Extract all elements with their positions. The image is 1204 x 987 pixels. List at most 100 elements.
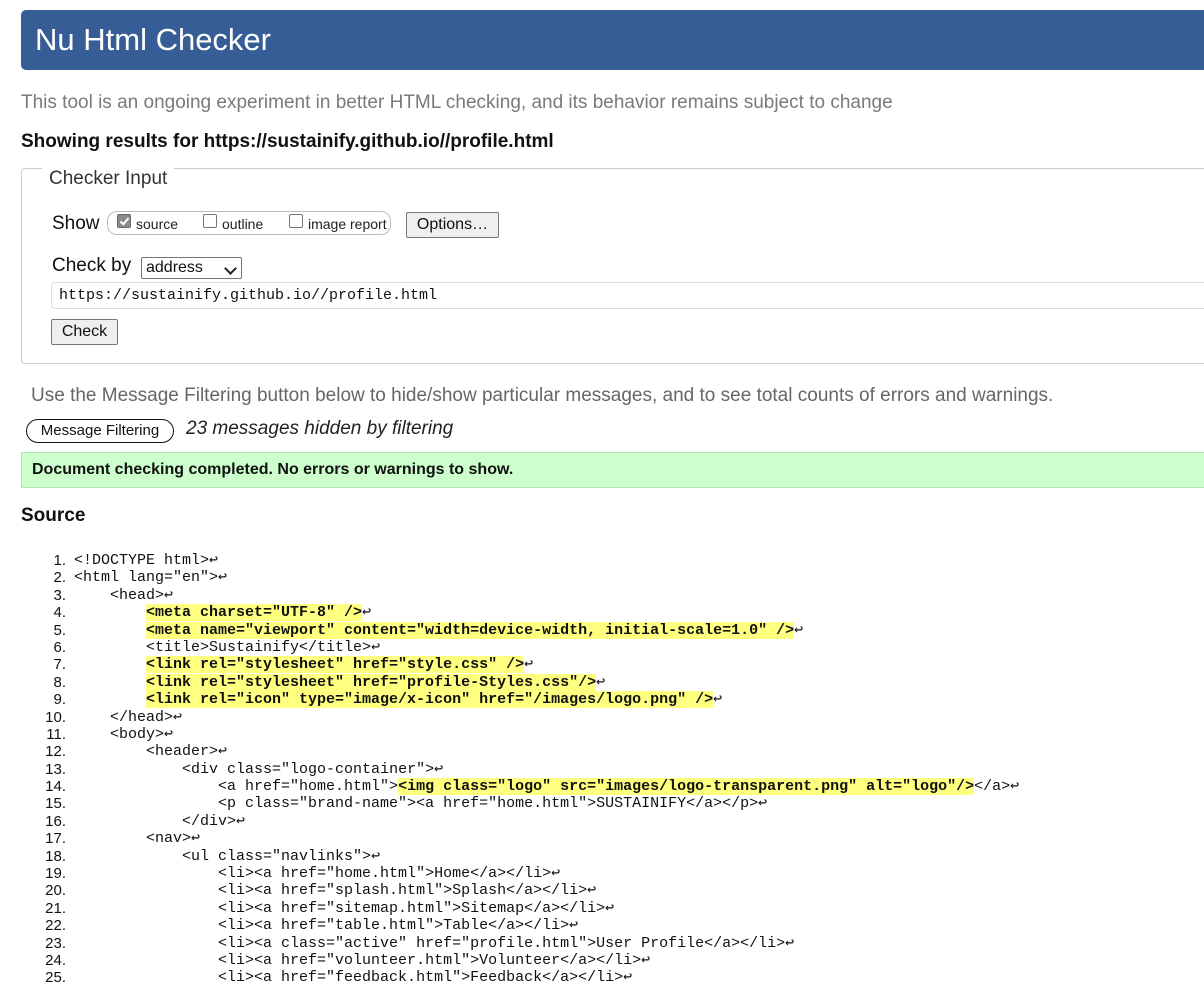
source-code: <li><a class="active" href="profile.html… (74, 935, 794, 952)
line-number: 4. (53, 604, 66, 622)
source-line: 25. <li><a href="feedback.html">Feedback… (0, 969, 1204, 986)
code-text: <div class="logo-container"> (182, 760, 435, 778)
url-input[interactable]: https://sustainify.github.io//profile.ht… (51, 282, 1204, 309)
source-line: 15. <p class="brand-name"><a href="home.… (0, 795, 1204, 812)
tagline: This tool is an ongoing experiment in be… (21, 92, 893, 113)
return-icon: ↩ (641, 951, 651, 969)
return-icon: ↩ (596, 673, 606, 691)
code-text: </div> (182, 812, 237, 830)
line-number: 14. (45, 778, 66, 796)
source-code: <li><a href="feedback.html">Feedback</a>… (74, 969, 632, 986)
code-text: <li><a href="sitemap.html">Sitemap</a></… (218, 899, 606, 917)
return-icon: ↩ (569, 917, 579, 935)
code-text: <li><a href="table.html">Table</a></li> (218, 917, 570, 935)
source-line: 11. <body>↩ (0, 726, 1204, 743)
highlighted-code: <meta charset="UTF-8" /> (146, 604, 363, 622)
highlighted-code: <img class="logo" src="images/logo-trans… (398, 778, 975, 796)
return-icon: ↩ (605, 899, 615, 917)
return-icon: ↩ (371, 847, 381, 865)
source-code: <li><a href="volunteer.html">Volunteer</… (74, 952, 650, 969)
source-line: 21. <li><a href="sitemap.html">Sitemap</… (0, 900, 1204, 917)
source-code: <title>Sustainify</title>↩ (74, 639, 380, 656)
source-line: 5. <meta name="viewport" content="width=… (0, 621, 1204, 639)
line-number: 18. (45, 847, 66, 865)
source-line: 3. <head>↩ (0, 587, 1204, 604)
line-number: 8. (53, 673, 66, 691)
code-text: <li><a href="volunteer.html">Volunteer</… (218, 951, 642, 969)
source-code: <!DOCTYPE html>↩ (74, 552, 218, 569)
source-line: 22. <li><a href="table.html">Table</a></… (0, 917, 1204, 934)
code-text: <head> (110, 586, 165, 604)
highlighted-code: <link rel="stylesheet" href="profile-Sty… (146, 673, 597, 691)
source-line: 2. <html lang="en">↩ (0, 569, 1204, 586)
source-code: <meta name="viewport" content="width=dev… (74, 621, 803, 639)
app-title: Nu Html Checker (35, 22, 271, 57)
line-number: 25. (45, 969, 66, 987)
line-number: 9. (53, 691, 66, 709)
check-by-select[interactable]: address (141, 257, 242, 279)
return-icon: ↩ (623, 969, 633, 987)
source-code: <link rel="stylesheet" href="style.css" … (74, 656, 534, 674)
highlighted-code: <meta name="viewport" content="width=dev… (146, 621, 795, 639)
return-icon: ↩ (758, 795, 768, 813)
checker-input-legend: Checker Input (42, 168, 175, 190)
source-code: <meta charset="UTF-8" />↩ (74, 604, 371, 622)
line-number: 24. (45, 951, 66, 969)
source-line: 8. <link rel="stylesheet" href="profile-… (0, 673, 1204, 691)
hidden-messages-count: 23 messages hidden by filtering (186, 418, 454, 439)
code-text: </a> (974, 778, 1011, 796)
outline-checkbox[interactable] (203, 214, 217, 228)
source-checkbox-label[interactable]: source (136, 216, 178, 232)
source-code: </head>↩ (74, 709, 182, 726)
return-icon: ↩ (713, 691, 723, 709)
source-line: 13. <div class="logo-container">↩ (0, 761, 1204, 778)
image-report-checkbox-label[interactable]: image report (308, 216, 387, 232)
outline-checkbox-label[interactable]: outline (222, 216, 263, 232)
source-code: <html lang="en">↩ (74, 569, 227, 586)
source-line: 24. <li><a href="volunteer.html">Volunte… (0, 952, 1204, 969)
message-filtering-hint: Use the Message Filtering button below t… (31, 385, 1054, 406)
source-code: <head>↩ (74, 587, 173, 604)
return-icon: ↩ (1010, 778, 1020, 796)
return-icon: ↩ (371, 638, 381, 656)
line-number: 7. (53, 656, 66, 674)
source-line: 20. <li><a href="splash.html">Splash</a>… (0, 882, 1204, 899)
source-code: <p class="brand-name"><a href="home.html… (74, 795, 767, 812)
source-line: 16. </div>↩ (0, 813, 1204, 830)
return-icon: ↩ (191, 830, 201, 848)
line-number: 11. (46, 725, 66, 743)
line-number: 16. (45, 812, 66, 830)
code-text: <li><a href="splash.html">Splash</a></li… (218, 882, 588, 900)
check-button[interactable]: Check (51, 319, 118, 345)
image-report-checkbox[interactable] (289, 214, 303, 228)
message-filtering-button[interactable]: Message Filtering (26, 419, 174, 443)
return-icon: ↩ (524, 656, 534, 674)
source-checkbox[interactable] (117, 214, 131, 228)
return-icon: ↩ (218, 569, 228, 587)
source-code: <link rel="stylesheet" href="profile-Sty… (74, 673, 606, 691)
source-line: 10. </head>↩ (0, 709, 1204, 726)
return-icon: ↩ (587, 882, 597, 900)
source-line: 7. <link rel="stylesheet" href="style.cs… (0, 656, 1204, 674)
source-line: 14. <a href="home.html"><img class="logo… (0, 778, 1204, 796)
source-heading: Source (21, 505, 86, 526)
line-number: 15. (45, 795, 66, 813)
source-code: <li><a href="sitemap.html">Sitemap</a></… (74, 900, 614, 917)
show-label: Show (52, 213, 100, 234)
return-icon: ↩ (164, 586, 174, 604)
options-button[interactable]: Options… (406, 212, 499, 238)
code-text: <li><a class="active" href="profile.html… (218, 934, 786, 952)
source-code: <body>↩ (74, 726, 173, 743)
source-code: <a href="home.html"><img class="logo" sr… (74, 778, 1020, 796)
